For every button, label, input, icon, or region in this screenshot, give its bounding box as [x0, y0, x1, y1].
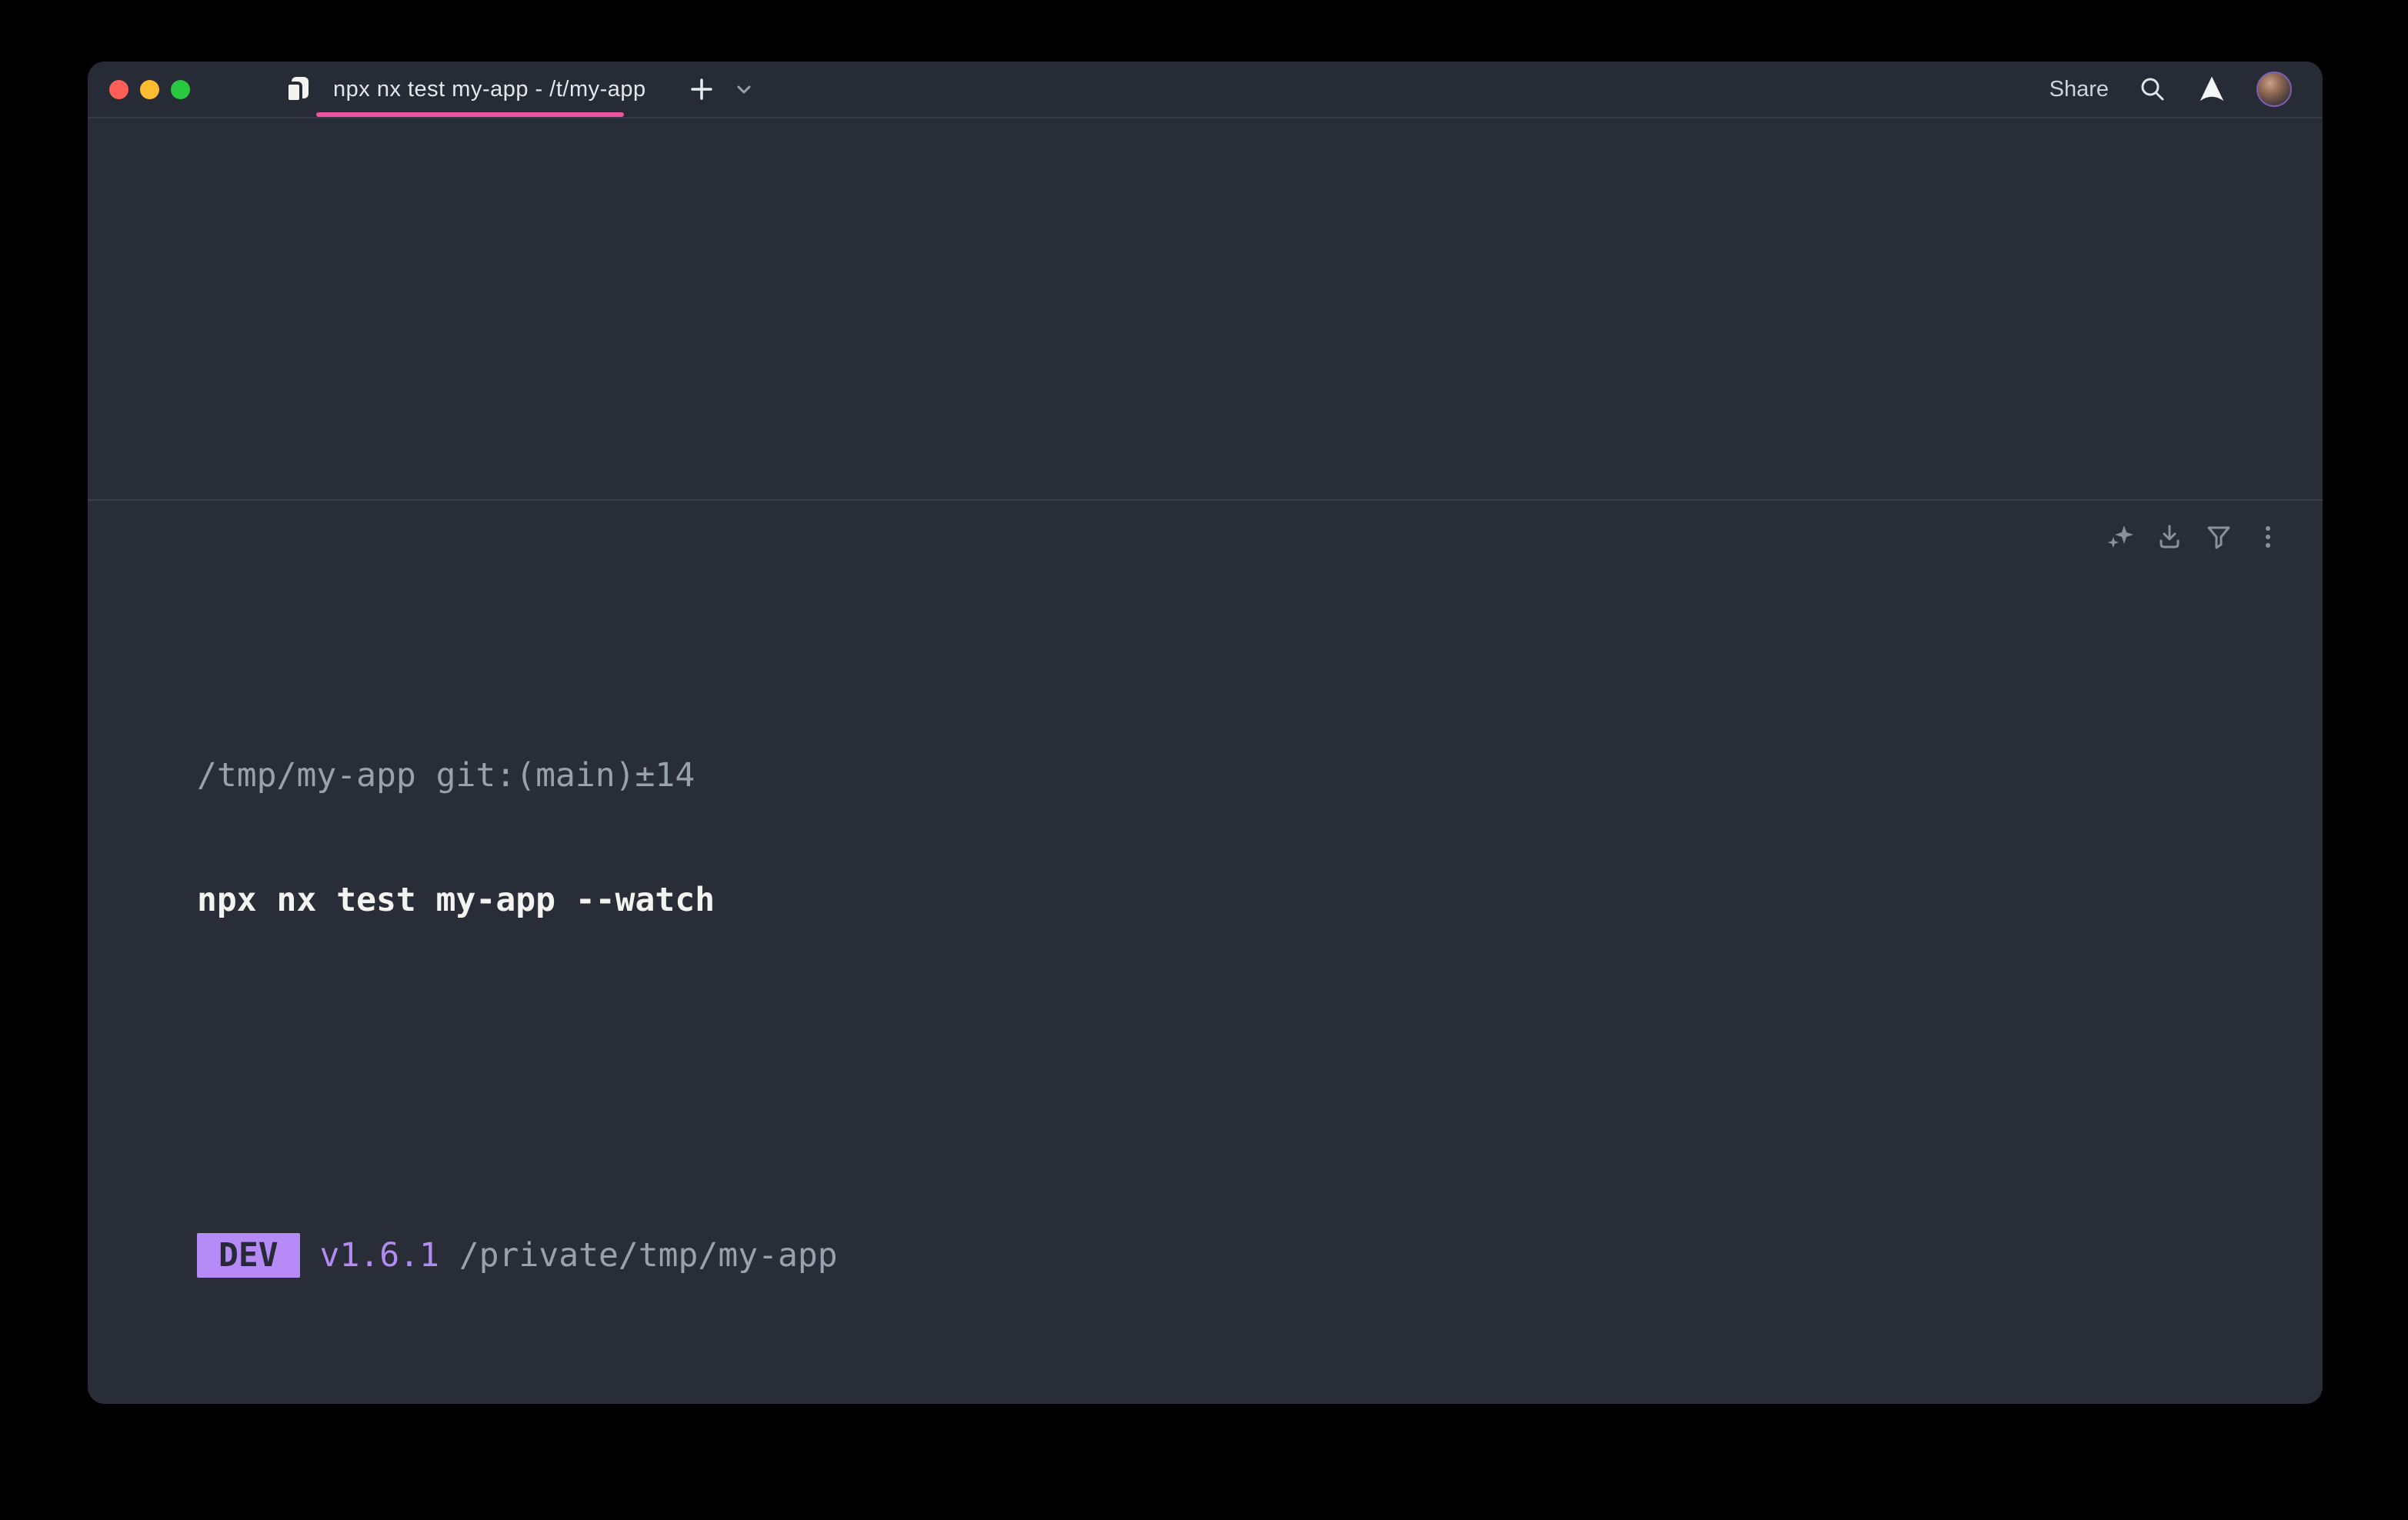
- traffic-lights: [109, 80, 190, 99]
- zoom-button[interactable]: [171, 80, 190, 99]
- account-button[interactable]: [2256, 72, 2292, 107]
- minimize-button[interactable]: [140, 80, 159, 99]
- filter-output-button[interactable]: [2204, 522, 2233, 552]
- sparkles-icon: [2106, 522, 2135, 552]
- pages-icon: [284, 75, 312, 103]
- command-block: /tmp/my-app git:(main)±14 npx nx test my…: [88, 501, 2323, 1404]
- block-menu-button[interactable]: [2253, 522, 2283, 552]
- kebab-menu-icon: [2253, 522, 2283, 552]
- vitest-version: v1.6.1: [300, 1236, 439, 1275]
- tab-list-button[interactable]: [734, 79, 754, 99]
- tab-bar: npx nx test my-app - /t/my-app Share: [88, 62, 2323, 118]
- dev-badge: DEV: [197, 1233, 300, 1278]
- terminal-window: npx nx test my-app - /t/my-app Share: [88, 62, 2323, 1404]
- tab-active[interactable]: npx nx test my-app - /t/my-app: [284, 62, 654, 117]
- plus-icon: [686, 74, 717, 105]
- chevron-down-icon: [734, 79, 754, 99]
- filter-icon: [2204, 522, 2233, 552]
- block-toolbar: [2106, 522, 2283, 552]
- tab-title: npx nx test my-app - /t/my-app: [333, 77, 646, 102]
- new-tab-button[interactable]: [686, 74, 717, 105]
- dev-server-line: DEV v1.6.1 /private/tmp/my-app: [197, 1233, 2292, 1275]
- search-icon: [2138, 75, 2167, 104]
- tabbar-right-controls: Share: [2049, 72, 2292, 107]
- ai-explain-button[interactable]: [2106, 522, 2135, 552]
- active-tab-underline: [316, 112, 624, 117]
- avatar: [2256, 72, 2292, 107]
- download-output-button[interactable]: [2155, 522, 2184, 552]
- share-button[interactable]: Share: [2049, 77, 2109, 102]
- warp-logo-button[interactable]: [2196, 74, 2227, 105]
- warp-logo-icon: [2196, 74, 2227, 105]
- command-line: npx nx test my-app --watch: [197, 879, 2292, 921]
- close-button[interactable]: [109, 80, 128, 99]
- search-button[interactable]: [2138, 75, 2167, 104]
- download-icon: [2155, 522, 2184, 552]
- scrollback-area: [88, 118, 2323, 501]
- prompt-line: /tmp/my-app git:(main)±14: [197, 755, 2292, 796]
- project-path: /private/tmp/my-app: [439, 1236, 838, 1275]
